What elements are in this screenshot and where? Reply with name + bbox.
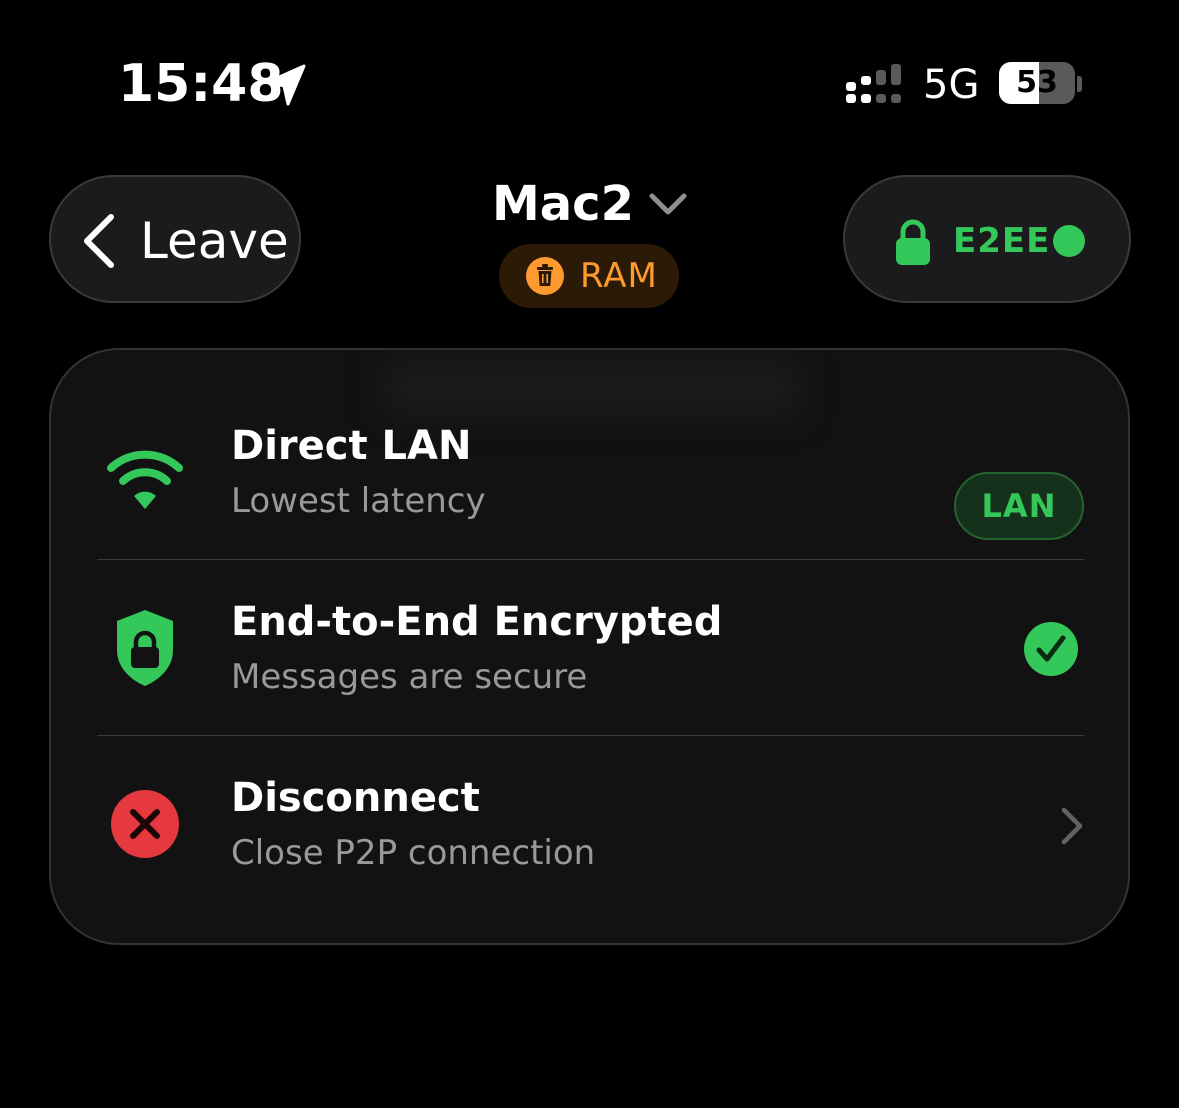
location-arrow-icon (266, 64, 306, 106)
lock-icon (896, 219, 930, 265)
lan-badge: LAN (954, 472, 1084, 540)
menu-item-subtitle: Lowest latency (231, 481, 486, 521)
menu-item-subtitle: Messages are secure (231, 657, 588, 697)
device-title-group: Mac2 RAM (440, 170, 740, 310)
wifi-icon (107, 450, 183, 509)
menu-item-end-to-end-encrypted[interactable]: End-to-End Encrypted Messages are secure (51, 560, 1128, 736)
menu-item-direct-lan[interactable]: Direct LAN Lowest latency LAN (51, 384, 1128, 560)
battery-cap (1077, 76, 1082, 92)
chevron-right-icon (1061, 807, 1083, 845)
menu-item-title: Disconnect (231, 775, 480, 821)
chevron-down-icon (649, 193, 687, 215)
e2ee-label: E2EE (953, 221, 1051, 261)
shield-lock-icon (117, 610, 173, 686)
cellular-signal-icon (846, 64, 901, 103)
storage-badge: RAM (499, 244, 679, 308)
menu-item-disconnect[interactable]: Disconnect Close P2P connection (51, 736, 1128, 912)
status-time: 15:48 (118, 54, 284, 114)
checkmark-circle-icon (1024, 622, 1078, 676)
trash-icon (526, 257, 564, 295)
leave-button[interactable]: Leave (49, 175, 301, 303)
close-circle-icon (111, 790, 179, 858)
status-bar: 15:48 5G 53 (0, 0, 1179, 140)
menu-item-title: Direct LAN (231, 423, 472, 469)
device-title: Mac2 (491, 176, 634, 232)
network-type: 5G (923, 62, 980, 108)
menu-item-title: End-to-End Encrypted (231, 599, 723, 645)
status-dot-icon (1053, 225, 1085, 257)
connection-menu: Direct LAN Lowest latency LAN End-to-End… (49, 348, 1130, 945)
battery-level: 53 (1016, 65, 1058, 100)
menu-item-subtitle: Close P2P connection (231, 833, 596, 873)
back-chevron-icon (84, 214, 114, 268)
storage-badge-label: RAM (580, 256, 658, 296)
e2ee-status-button[interactable]: E2EE (843, 175, 1131, 303)
device-selector[interactable]: Mac2 (440, 174, 740, 234)
battery-icon: 53 (999, 62, 1075, 104)
leave-label: Leave (140, 212, 289, 270)
